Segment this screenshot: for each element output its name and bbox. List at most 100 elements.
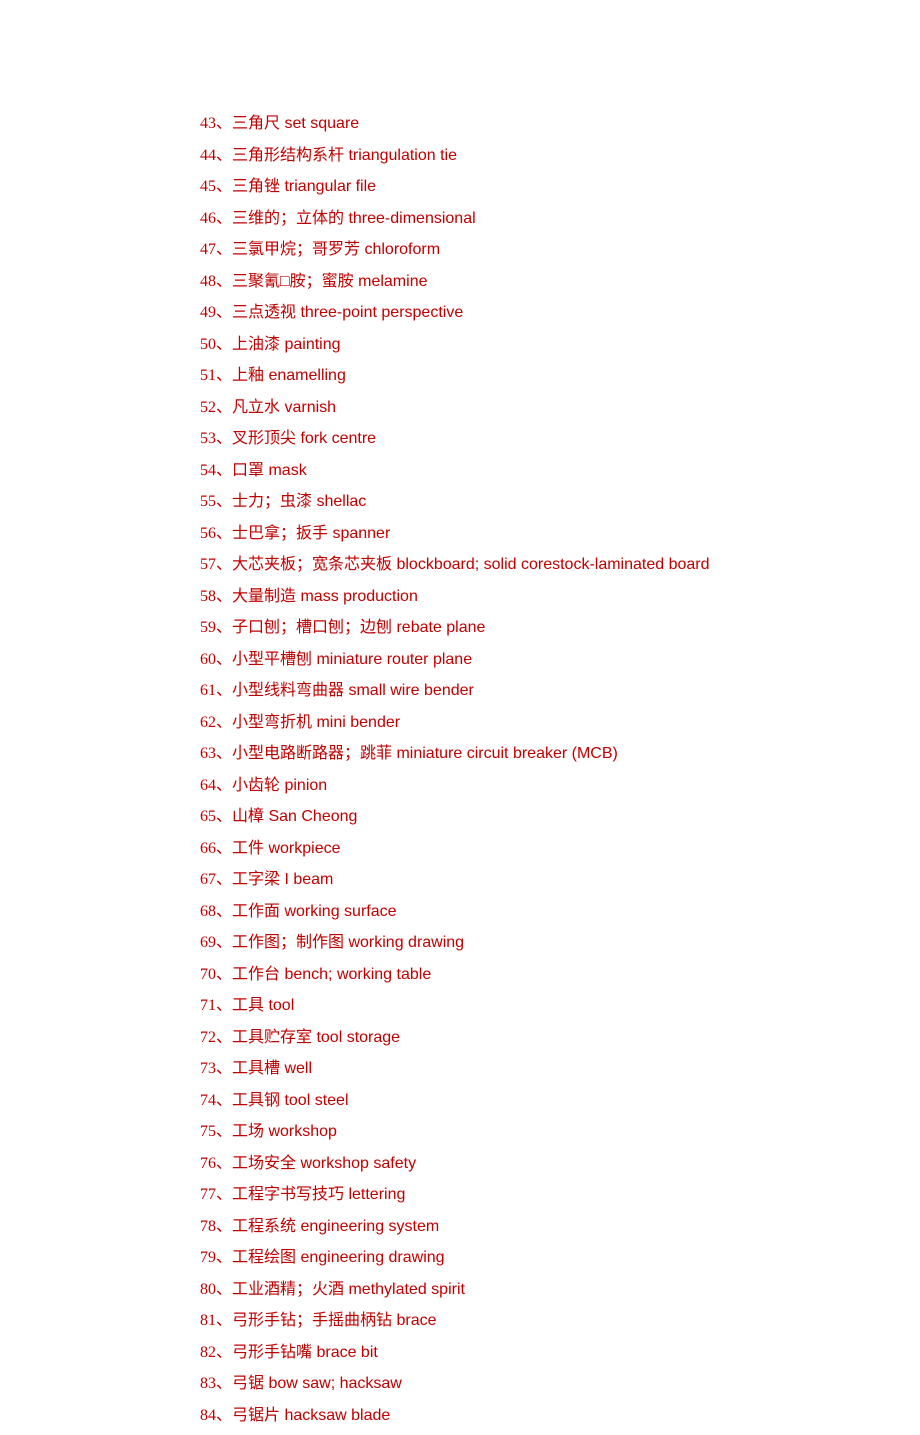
separator: 、 (216, 241, 232, 258)
separator: 、 (216, 336, 232, 353)
list-item: 49、三点透视 three-point perspective (200, 301, 920, 325)
item-text: 三点透视 three-point perspective (232, 304, 463, 321)
separator: 、 (216, 525, 232, 542)
item-number: 61 (200, 682, 216, 699)
item-number: 54 (200, 462, 216, 479)
item-number: 55 (200, 493, 216, 510)
list-item: 54、口罩 mask (200, 459, 920, 483)
item-number: 51 (200, 367, 216, 384)
list-item: 71、工具 tool (200, 994, 920, 1018)
list-item: 44、三角形结构系杆 triangulation tie (200, 144, 920, 168)
item-number: 82 (200, 1344, 216, 1361)
item-text: 小齿轮 pinion (232, 777, 327, 794)
separator: 、 (216, 997, 232, 1014)
item-number: 79 (200, 1249, 216, 1266)
separator: 、 (216, 714, 232, 731)
list-item: 50、上油漆 painting (200, 333, 920, 357)
separator: 、 (216, 178, 232, 195)
item-text: 工业酒精；火酒 methylated spirit (232, 1281, 465, 1298)
list-item: 46、三维的；立体的 three-dimensional (200, 207, 920, 231)
item-text: 工作面 working surface (232, 903, 397, 920)
item-text: 工作台 bench; working table (232, 966, 431, 983)
separator: 、 (216, 1092, 232, 1109)
item-text: 凡立水 varnish (232, 399, 336, 416)
item-text: 大芯夹板；宽条芯夹板 blockboard; solid corestock-l… (232, 556, 710, 573)
item-number: 60 (200, 651, 216, 668)
list-item: 69、工作图；制作图 working drawing (200, 931, 920, 955)
separator: 、 (216, 210, 232, 227)
separator: 、 (216, 304, 232, 321)
list-item: 76、工场安全 workshop safety (200, 1152, 920, 1176)
list-item: 48、三聚氰□胺；蜜胺 melamine (200, 270, 920, 294)
item-number: 45 (200, 178, 216, 195)
separator: 、 (216, 1155, 232, 1172)
list-item: 53、叉形顶尖 fork centre (200, 427, 920, 451)
list-item: 83、弓锯 bow saw; hacksaw (200, 1372, 920, 1396)
item-text: 弓锯 bow saw; hacksaw (232, 1375, 402, 1392)
item-number: 84 (200, 1407, 216, 1424)
item-number: 52 (200, 399, 216, 416)
list-item: 75、工场 workshop (200, 1120, 920, 1144)
item-text: 口罩 mask (232, 462, 307, 479)
item-number: 62 (200, 714, 216, 731)
item-text: 上油漆 painting (232, 336, 341, 353)
item-text: 工场安全 workshop safety (232, 1155, 416, 1172)
item-text: 工程字书写技巧 lettering (232, 1186, 405, 1203)
item-number: 77 (200, 1186, 216, 1203)
list-item: 81、弓形手钻；手摇曲柄钻 brace (200, 1309, 920, 1333)
separator: 、 (216, 556, 232, 573)
list-item: 73、工具槽 well (200, 1057, 920, 1081)
item-number: 81 (200, 1312, 216, 1329)
item-number: 46 (200, 210, 216, 227)
separator: 、 (216, 808, 232, 825)
glossary-list: 43、三角尺 set square44、三角形结构系杆 triangulatio… (0, 0, 920, 1428)
separator: 、 (216, 147, 232, 164)
item-number: 63 (200, 745, 216, 762)
separator: 、 (216, 367, 232, 384)
separator: 、 (216, 273, 232, 290)
separator: 、 (216, 903, 232, 920)
separator: 、 (216, 651, 232, 668)
separator: 、 (216, 1407, 232, 1424)
item-text: 工程绘图 engineering drawing (232, 1249, 445, 1266)
item-number: 56 (200, 525, 216, 542)
item-number: 49 (200, 304, 216, 321)
item-number: 83 (200, 1375, 216, 1392)
item-number: 67 (200, 871, 216, 888)
item-text: 子口刨；槽口刨；边刨 rebate plane (232, 619, 485, 636)
list-item: 47、三氯甲烷；哥罗芳 chloroform (200, 238, 920, 262)
item-text: 工作图；制作图 working drawing (232, 934, 464, 951)
item-number: 70 (200, 966, 216, 983)
item-number: 64 (200, 777, 216, 794)
list-item: 82、弓形手钻嘴 brace bit (200, 1341, 920, 1365)
item-text: 三聚氰□胺；蜜胺 melamine (232, 273, 427, 290)
item-text: 弓形手钻嘴 brace bit (232, 1344, 378, 1361)
item-number: 72 (200, 1029, 216, 1046)
list-item: 58、大量制造 mass production (200, 585, 920, 609)
list-item: 74、工具钢 tool steel (200, 1089, 920, 1113)
list-item: 45、三角锉 triangular file (200, 175, 920, 199)
list-item: 43、三角尺 set square (200, 112, 920, 136)
separator: 、 (216, 1060, 232, 1077)
list-item: 70、工作台 bench; working table (200, 963, 920, 987)
item-number: 73 (200, 1060, 216, 1077)
list-item: 52、凡立水 varnish (200, 396, 920, 420)
item-number: 44 (200, 147, 216, 164)
item-number: 78 (200, 1218, 216, 1235)
item-text: 士巴拿；扳手 spanner (232, 525, 390, 542)
separator: 、 (216, 1281, 232, 1298)
item-text: 三角形结构系杆 triangulation tie (232, 147, 457, 164)
item-text: 三维的；立体的 three-dimensional (232, 210, 476, 227)
separator: 、 (216, 493, 232, 510)
item-number: 65 (200, 808, 216, 825)
list-item: 80、工业酒精；火酒 methylated spirit (200, 1278, 920, 1302)
item-number: 74 (200, 1092, 216, 1109)
item-text: 工具槽 well (232, 1060, 312, 1077)
separator: 、 (216, 1029, 232, 1046)
item-text: 工具 tool (232, 997, 294, 1014)
item-text: 三角尺 set square (232, 115, 359, 132)
list-item: 55、士力；虫漆 shellac (200, 490, 920, 514)
list-item: 72、工具贮存室 tool storage (200, 1026, 920, 1050)
item-text: 小型电路断路器；跳菲 miniature circuit breaker (MC… (232, 745, 618, 762)
separator: 、 (216, 871, 232, 888)
